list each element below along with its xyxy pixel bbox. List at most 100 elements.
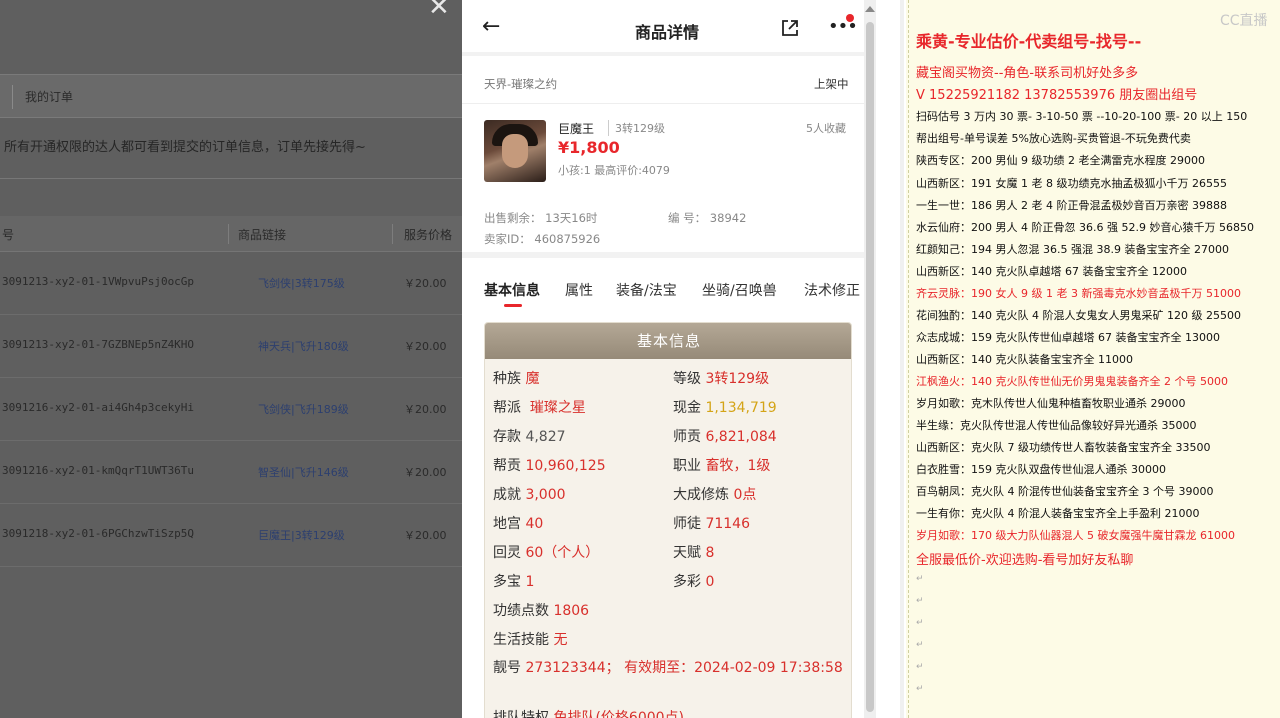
avatar-face xyxy=(502,134,528,168)
field-label: 职业 xyxy=(673,458,701,474)
order-tabbar: 我的订单 xyxy=(0,74,462,118)
field-label: 现金 xyxy=(673,400,701,416)
product-link[interactable]: 飞剑侠|3转175级 xyxy=(258,275,345,291)
order-id: 3091218-xy2-01-6PGChzwTiSzp5Q xyxy=(2,527,195,540)
field-value: 免排队(价格6000点) xyxy=(553,710,685,718)
tab-equipment[interactable]: 装备/法宝 xyxy=(616,280,677,300)
field-value: 3,000 xyxy=(525,487,566,503)
order-notice: 所有开通权限的达人都可看到提交的订单信息，订单先接先得~ xyxy=(4,140,366,155)
table-row[interactable]: 3091216-xy2-01-kmQqrT1UWT36Tu 智圣仙|飞升146级… xyxy=(0,441,462,504)
field-nice-number: 靓号 273123344； 有效期至：2024-02-09 17:38:58 xyxy=(493,658,845,678)
field-label: 师徒 xyxy=(673,516,701,532)
field-spirit: 回灵 60（个人） xyxy=(493,542,599,562)
field-label: 成就 xyxy=(493,487,521,503)
return-mark-icon: ↵ xyxy=(916,684,924,694)
table-header: 号 商品链接 服务价格 xyxy=(0,216,462,252)
note-line: 齐云灵脉：190 女人 9 级 1 老 3 新强毒克水妙音孟极千万 51000 xyxy=(916,287,1241,300)
field-achievement: 成就 3,000 xyxy=(493,484,566,504)
field-colorful: 多彩 0 xyxy=(673,571,714,591)
note-line: 全服最低价-欢迎选购-看号加好友私聊 xyxy=(916,553,1134,568)
table-row[interactable]: 3091213-xy2-01-1VWpvuPsj0ocGp 飞剑侠|3转175级… xyxy=(0,252,462,315)
field-value: 10,960,125 xyxy=(525,458,606,474)
server-name: 天界-璀璨之约 xyxy=(484,77,558,91)
field-label: 天赋 xyxy=(673,545,701,561)
field-value: 0 xyxy=(705,574,715,590)
note-line: 红颜知己：194 男人忽混 36.5 强混 38.9 装备宝宝齐全 27000 xyxy=(916,243,1229,256)
field-label: 多宝 xyxy=(493,574,521,590)
tab-spell-modify[interactable]: 法术修正 xyxy=(804,280,860,300)
table-row[interactable]: 3091216-xy2-01-ai4Gh4p3cekyHi 飞剑侠|飞升189级… xyxy=(0,378,462,441)
note-line: 白衣胜雪：159 克火队双盘传世仙混人通杀 30000 xyxy=(916,463,1166,476)
card-title: 基本信息 xyxy=(485,323,851,359)
column-header-order-id: 号 xyxy=(2,228,15,242)
field-treasure: 多宝 1 xyxy=(493,571,534,591)
tab-basic-info[interactable]: 基本信息 xyxy=(484,280,540,300)
notification-dot xyxy=(846,14,854,22)
character-avatar[interactable] xyxy=(484,120,546,182)
field-value: 71146 xyxy=(705,516,750,532)
order-id: 3091216-xy2-01-ai4Gh4p3cekyHi xyxy=(2,401,195,414)
column-separator xyxy=(228,224,229,244)
note-line: 山西新区：140 克火队卓越塔 67 装备宝宝齐全 12000 xyxy=(916,265,1187,278)
note-line: 扫码估号 3 万内 30 票- 3-10-50 票 --10-20-100 票-… xyxy=(916,110,1248,123)
product-link[interactable]: 神天兵|飞升180级 xyxy=(258,338,349,354)
field-guild: 帮贡 10,960,125 xyxy=(493,455,606,475)
column-separator xyxy=(392,224,393,244)
table-row[interactable]: 3091218-xy2-01-6PGChzwTiSzp5Q 巨魔王|3转129级… xyxy=(0,504,462,567)
close-icon[interactable]: ✕ xyxy=(428,0,450,20)
product-price: ¥1,800 xyxy=(558,138,620,157)
field-deposit: 存款 4,827 xyxy=(493,426,566,446)
product-link[interactable]: 巨魔王|3转129级 xyxy=(258,527,345,543)
divider xyxy=(0,178,462,179)
note-line: 陕西专区：200 男仙 9 级功绩 2 老全满雷克水程度 29000 xyxy=(916,154,1205,167)
character-name: 巨魔王 xyxy=(558,122,595,136)
divider xyxy=(900,0,904,718)
field-life-skill: 生活技能 无 xyxy=(493,629,567,649)
service-price: ￥20.00 xyxy=(404,466,447,479)
field-label: 多彩 xyxy=(673,574,701,590)
margin-line xyxy=(908,0,909,718)
service-price: ￥20.00 xyxy=(404,340,447,353)
order-id: 3091213-xy2-01-7GZBNEp5nZ4KHO xyxy=(2,338,195,351)
character-level: 3转129级 xyxy=(608,120,665,136)
product-link[interactable]: 智圣仙|飞升146级 xyxy=(258,464,349,480)
note-line: V 15225921182 13782553976 朋友圈出组号 xyxy=(916,88,1198,103)
product-link[interactable]: 飞剑侠|飞升189级 xyxy=(258,401,349,417)
scrollbar-thumb[interactable] xyxy=(866,22,874,712)
field-value: 璀璨之星 xyxy=(529,400,586,416)
field-value: 1806 xyxy=(553,603,590,619)
return-mark-icon: ↵ xyxy=(916,618,924,628)
field-value: 4,827 xyxy=(525,429,566,445)
field-value: 8 xyxy=(705,545,715,561)
field-queue: 排队特权 免排队(价格6000点) xyxy=(493,707,684,718)
tab-mounts-pets[interactable]: 坐骑/召唤兽 xyxy=(702,280,777,300)
return-mark-icon: ↵ xyxy=(916,574,924,584)
favorite-count: 5人收藏 xyxy=(806,122,846,135)
field-value: 1 xyxy=(525,574,535,590)
field-apprentice: 师徒 71146 xyxy=(673,513,750,533)
server-bar: 天界-璀璨之约 上架中 xyxy=(462,60,864,104)
field-value: 6,821,084 xyxy=(705,429,777,445)
scroll-up-icon[interactable] xyxy=(865,6,875,12)
phone-scrollbar[interactable] xyxy=(864,0,876,718)
tab-attributes[interactable]: 属性 xyxy=(565,280,593,300)
share-icon[interactable] xyxy=(780,18,800,38)
field-value: 无 xyxy=(553,632,568,648)
order-id: 3091216-xy2-01-kmQqrT1UWT36Tu xyxy=(2,464,195,477)
page-title: 商品详情 xyxy=(634,23,699,42)
tab-my-orders[interactable]: 我的订单 xyxy=(12,85,73,109)
field-value: 畜牧，1级 xyxy=(705,458,771,474)
field-value: 60（个人） xyxy=(525,545,600,561)
note-line: 岁月如歌：170 级大力队仙器混人 5 破女魔强牛魔甘霖龙 61000 xyxy=(916,529,1235,542)
return-mark-icon: ↵ xyxy=(916,640,924,650)
table-row[interactable]: 3091213-xy2-01-7GZBNEp5nZ4KHO 神天兵|飞升180级… xyxy=(0,315,462,378)
field-label: 地宫 xyxy=(493,516,521,532)
field-value: 0点 xyxy=(733,487,757,503)
service-price: ￥20.00 xyxy=(404,277,447,290)
field-label: 排队特权 xyxy=(493,710,549,718)
note-line: 一生有你：克火队 4 阶混人装备宝宝齐全上手盈利 21000 xyxy=(916,507,1200,520)
note-line: 岁月如歌：克木队传世人仙鬼种植畜牧职业通杀 29000 xyxy=(916,397,1186,410)
note-line: 山西新区：140 克火队装备宝宝齐全 11000 xyxy=(916,353,1133,366)
return-mark-icon: ↵ xyxy=(916,662,924,672)
field-label: 功绩点数 xyxy=(493,603,549,619)
